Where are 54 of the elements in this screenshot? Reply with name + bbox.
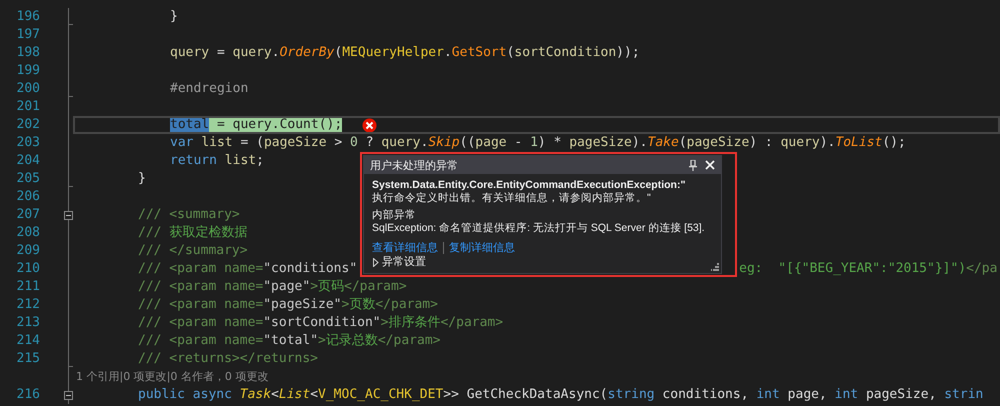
line-number: 212 [16, 296, 40, 314]
popup-title: 用户未处理的异常 [370, 158, 459, 172]
line-number: 210 [16, 260, 40, 278]
code-text: eg: "[{"BEG_YEAR":"2015"}]")</pa [739, 260, 998, 278]
line-number: 198 [16, 44, 40, 62]
line-number: 208 [16, 224, 40, 242]
details-link[interactable]: 复制详细信息 [449, 242, 515, 254]
line-number: 211 [16, 278, 40, 296]
resize-grip-icon[interactable] [711, 263, 719, 271]
details-link[interactable]: 查看详细信息 [372, 242, 438, 254]
code-text: /// <param name="conditions" [138, 260, 358, 278]
line-number: 202 [16, 116, 40, 134]
code-text: /// 获取定检数据 [138, 224, 248, 242]
line-number: 206 [16, 188, 40, 206]
line-number: 215 [16, 350, 40, 368]
code-text: query = query.OrderBy(MEQueryHelper.GetSort(sortCondition)); [170, 44, 640, 62]
line-number: 199 [16, 62, 40, 80]
code-text: /// <summary> [138, 206, 240, 224]
line-number: 209 [16, 242, 40, 260]
line-number: 205 [16, 170, 40, 188]
exception-settings-link[interactable]: 异常设置 [382, 256, 426, 268]
line-number: 200 [16, 80, 40, 98]
code-text: } [170, 8, 178, 26]
code-text: /// <param name="pageSize">页数</param> [138, 296, 438, 314]
code-text: /// <returns></returns> [138, 350, 318, 368]
code-text: /// </summary> [138, 242, 248, 260]
exception-message: 执行命令定义时出错。有关详细信息，请参阅内部异常。" [372, 192, 652, 205]
code-text: } [138, 170, 146, 188]
code-text: public async Task<List<V_MOC_AC_CHK_DET>> GetCheckDataAsync(string conditions, int page, int pageSize, strin [138, 386, 984, 404]
inner-exception-label: 内部异常 [372, 209, 417, 222]
code-text: total = query.Count(); [170, 116, 342, 134]
line-number: 207 [16, 206, 40, 224]
line-number: 201 [16, 98, 40, 116]
line-number: 203 [16, 134, 40, 152]
exception-type: System.Data.Entity.Core.EntityCommandExecutionException:" [372, 179, 686, 192]
line-number: 204 [16, 152, 40, 170]
collapse-icon[interactable] [64, 211, 73, 220]
line-number: 216 [16, 386, 40, 404]
pin-icon[interactable] [689, 160, 697, 170]
line-number: 214 [16, 332, 40, 350]
codelens-text[interactable]: 1 个引用|0 项更改|0 名作者，0 项更改 [76, 368, 268, 386]
line-number: 197 [16, 26, 40, 44]
code-text: /// <param name="sortCondition">排序条件</param> [138, 314, 504, 332]
code-text: /// <param name="page">页码</param> [138, 278, 407, 296]
inner-exception-message: SqlException: 命名管道提供程序: 无法打开与 SQL Server 的连接 [53]. [372, 222, 706, 235]
code-text: #endregion [170, 80, 248, 98]
close-icon[interactable] [705, 160, 715, 170]
code-text: return list; [170, 152, 264, 170]
expand-triangle-icon[interactable] [372, 258, 379, 266]
line-number: 196 [16, 8, 40, 26]
code-text: /// <param name="total">记录总数</param> [138, 332, 440, 350]
line-number: 213 [16, 314, 40, 332]
collapse-icon[interactable] [64, 391, 73, 400]
code-text: var list = (pageSize > 0 ? query.Skip((page - 1) * pageSize).Take(pageSize) : query).ToList(); [170, 134, 906, 152]
